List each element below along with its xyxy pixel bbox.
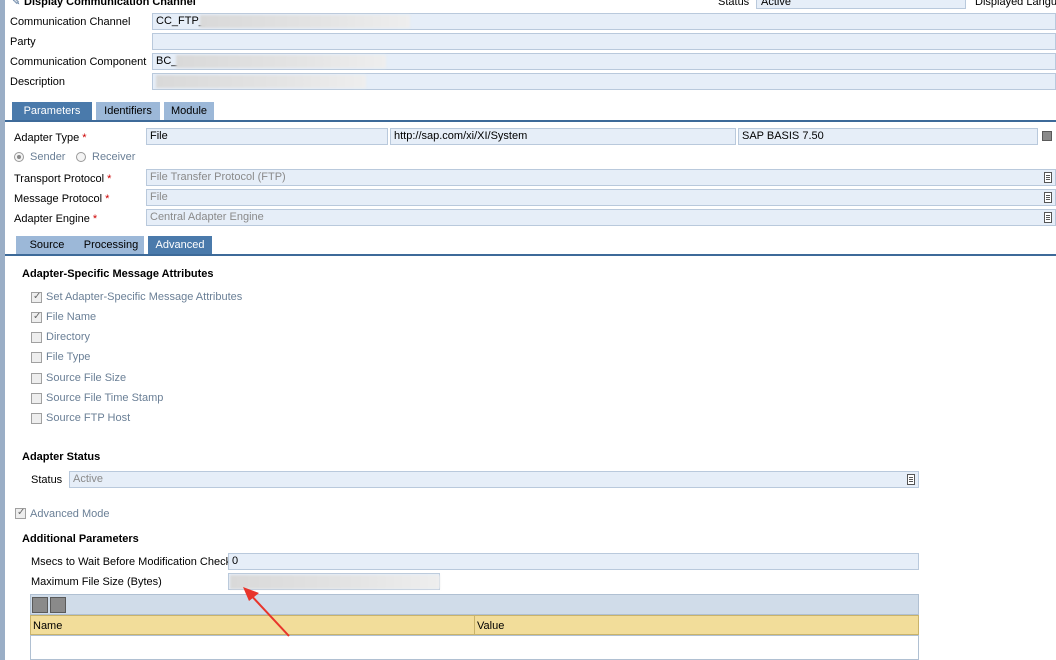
tab-processing[interactable]: Processing [78,236,144,254]
source-ftp-host-checkbox[interactable] [31,413,42,424]
adapter-engine-select[interactable]: Central Adapter Engine [146,209,1056,226]
party-label: Party [10,36,36,48]
remove-row-icon[interactable] [50,597,66,613]
transport-protocol-select[interactable]: File Transfer Protocol (FTP) [146,169,1056,186]
source-ftp-host-label: Source FTP Host [46,412,131,424]
value-help-icon[interactable] [1042,131,1052,141]
tab-identifiers[interactable]: Identifiers [96,102,160,120]
channel-display-icon: ✎ [12,0,21,8]
redacted-component-name [176,55,386,68]
adapter-engine-label: Adapter Engine * [14,213,98,225]
parameters-table-body [30,635,919,660]
additional-parameters-title: Additional Parameters [22,533,139,545]
directory-label: Directory [46,331,91,343]
tab-parameters[interactable]: Parameters [12,102,92,120]
source-file-time-stamp-label: Source File Time Stamp [46,392,164,404]
dropdown-icon[interactable] [1044,212,1052,223]
tab-source[interactable]: Source [16,236,78,254]
annotation-arrow-shaft [246,590,290,637]
sub-tab-divider [5,254,1056,256]
column-divider [474,615,475,635]
message-protocol-value: File [150,191,168,203]
file-name-label: File Name [46,311,97,323]
redacted-description [156,75,366,88]
tab-module[interactable]: Module [164,102,214,120]
adapter-type-field[interactable]: File [146,128,388,145]
msecs-field[interactable]: 0 [228,553,919,570]
window-title: Display Communication Channel [24,0,196,8]
source-file-size-checkbox[interactable] [31,373,42,384]
file-name-checkbox[interactable] [31,311,42,323]
adapter-engine-value: Central Adapter Engine [150,211,264,223]
communication-channel-label: Communication Channel [10,16,131,28]
adapter-status-label: Status [31,474,63,486]
adapter-status-select[interactable]: Active [69,471,919,488]
window-frame-left [0,0,5,660]
communication-channel-value: CC_FTP_ [156,15,205,27]
asma-checkbox[interactable] [31,291,42,303]
adapter-status-value: Active [73,473,103,485]
main-tab-divider [5,120,1056,122]
parameters-table-toolbar [30,594,919,615]
adapter-namespace-field[interactable]: http://sap.com/xi/XI/System [390,128,736,145]
adapter-type-label: Adapter Type * [14,132,87,144]
sender-radio[interactable] [14,152,24,162]
header-status-label: Status [718,0,750,8]
sender-label: Sender [30,151,66,163]
file-type-checkbox[interactable] [31,352,42,363]
msecs-label: Msecs to Wait Before Modification Check [31,556,232,568]
source-file-time-stamp-checkbox[interactable] [31,393,42,404]
software-component-version-field[interactable]: SAP BASIS 7.50 [738,128,1038,145]
advanced-mode-label: Advanced Mode [30,508,110,520]
advanced-mode-checkbox[interactable] [15,507,26,519]
communication-component-value: BC_ [156,55,178,67]
tab-advanced[interactable]: Advanced [148,236,212,254]
communication-component-label: Communication Component [10,56,147,68]
column-header-value: Value [477,620,505,632]
max-file-size-label: Maximum File Size (Bytes) [31,576,162,588]
receiver-radio[interactable] [76,152,86,162]
asma-option-label: Set Adapter-Specific Message Attributes [46,291,243,303]
header-status-field: Active [756,0,966,9]
description-label: Description [10,76,66,88]
dropdown-icon[interactable] [1044,192,1052,203]
message-protocol-select[interactable]: File [146,189,1056,206]
source-file-size-label: Source File Size [46,372,127,384]
displayed-language-label: Displayed Langu [975,0,1056,8]
party-field[interactable] [152,33,1056,50]
transport-protocol-label: Transport Protocol * [14,173,112,185]
annotation-arrow-head [243,587,259,601]
add-row-icon[interactable] [32,597,48,613]
dropdown-icon[interactable] [907,474,915,485]
adapter-status-title: Adapter Status [22,451,101,463]
dropdown-icon[interactable] [1044,172,1052,183]
redacted-channel-name [200,15,410,28]
transport-protocol-value: File Transfer Protocol (FTP) [150,171,286,183]
receiver-label: Receiver [92,151,136,163]
file-type-label: File Type [46,351,91,363]
annotation-arrow [243,587,290,637]
message-protocol-label: Message Protocol * [14,193,110,205]
directory-checkbox[interactable] [31,332,42,343]
asma-section-title: Adapter-Specific Message Attributes [22,268,214,280]
column-header-name: Name [33,620,63,632]
